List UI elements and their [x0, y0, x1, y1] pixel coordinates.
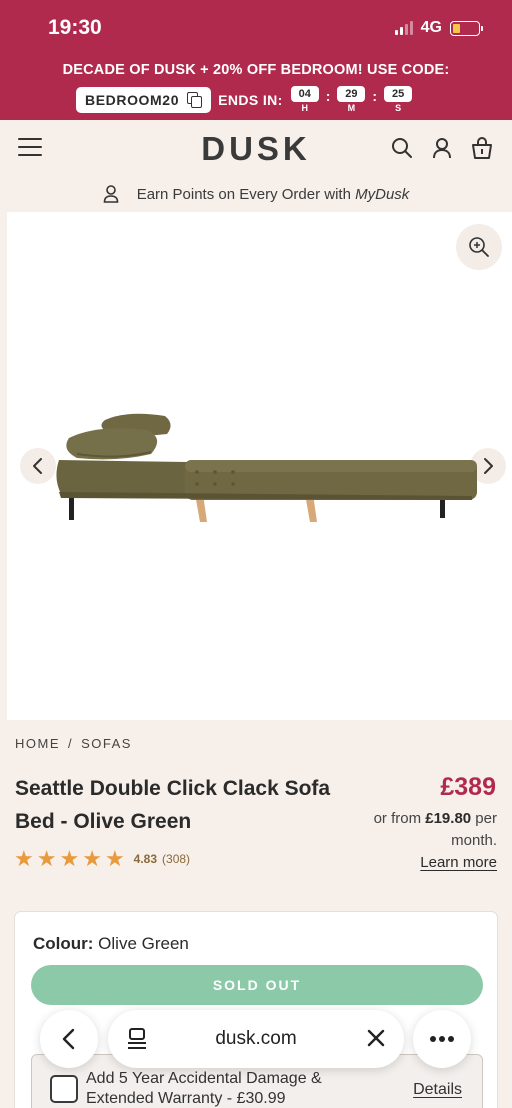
countdown-timer: 04 H : 29 M : 25 S [290, 86, 413, 113]
loyalty-points-bar[interactable]: Earn Points on Every Order with MyDusk [0, 176, 512, 212]
chevron-left-icon [33, 458, 42, 474]
learn-more-link[interactable]: Learn more [420, 854, 497, 871]
person-icon [103, 185, 118, 203]
star-icon: ★ [82, 846, 102, 871]
basket-icon[interactable] [470, 136, 494, 160]
site-header: DUSK [0, 120, 512, 176]
star-icon: ★ [14, 846, 34, 871]
address-bar[interactable]: dusk.com [108, 1010, 404, 1068]
promo-code: BEDROOM20 [85, 91, 180, 108]
url-text: dusk.com [215, 1028, 297, 1049]
finance-text: or from £19.80 per month. [347, 808, 497, 852]
warranty-text: Add 5 Year Accidental Damage & Extended … [86, 1070, 322, 1107]
star-icon: ★ [36, 846, 57, 871]
timer-hours-value: 04 [290, 86, 319, 102]
signal-icon [394, 21, 413, 35]
product-image-gallery [7, 212, 512, 720]
product-image [56, 413, 477, 522]
finance-prefix: or from [373, 810, 426, 827]
points-text-prefix: Earn Points on Every Order with [136, 185, 356, 203]
timer-separator: : [372, 88, 378, 104]
timer-minutes: 29 M [337, 86, 366, 113]
promo-code-row: BEDROOM20 ENDS IN: 04 H : 29 M : 25 S [76, 86, 413, 113]
timer-hours: 04 H [290, 86, 319, 113]
battery-icon [450, 20, 483, 36]
zoom-button[interactable] [456, 224, 502, 270]
mydusk-brand: MyDusk [355, 185, 410, 203]
product-price: £389 [440, 773, 496, 801]
timer-seconds-unit: S [395, 103, 402, 113]
rating-count: (308) [162, 852, 191, 866]
timer-separator: : [325, 88, 331, 104]
points-text: Earn Points on Every Order with MyDusk [137, 186, 410, 203]
product-title: Seattle Double Click Clack Sofa Bed - Ol… [15, 777, 331, 833]
breadcrumb: HOME / SOFAS [15, 736, 132, 751]
timer-minutes-value: 29 [337, 86, 366, 102]
colour-value: Olive Green [98, 934, 189, 953]
warranty-checkbox[interactable] [50, 1075, 78, 1103]
zoom-in-icon [469, 237, 489, 257]
product-rating[interactable]: ★ ★ ★ ★ ★ 4.83 (308) [14, 848, 190, 870]
timer-seconds-value: 25 [384, 86, 413, 102]
breadcrumb-separator: / [68, 736, 74, 751]
colour-label-key: Colour: [33, 934, 94, 953]
breadcrumb-home[interactable]: HOME [15, 736, 60, 751]
star-icon: ★ [59, 846, 80, 871]
browser-more-button[interactable] [413, 1010, 471, 1068]
timer-hours-unit: H [301, 103, 309, 113]
star-icon: ★ [104, 846, 125, 871]
timer-seconds: 25 S [384, 86, 413, 113]
status-indicators: 4G [394, 19, 483, 37]
promo-banner: 19:30 4G DECADE OF DUSK + 20% OFF BEDROO… [0, 0, 512, 120]
warranty-details-link[interactable]: Details [413, 1081, 462, 1099]
status-time: 19:30 [48, 16, 102, 39]
header-actions [390, 136, 494, 160]
rating-score: 4.83 [133, 852, 158, 866]
back-arrow-icon [62, 1028, 75, 1050]
browser-back-button[interactable] [40, 1010, 98, 1068]
copy-icon [187, 92, 203, 108]
account-icon[interactable] [430, 136, 454, 160]
more-icon [430, 1036, 454, 1042]
promo-code-button[interactable]: BEDROOM20 [76, 86, 212, 113]
search-icon[interactable] [390, 136, 414, 160]
promo-headline: DECADE OF DUSK + 20% OFF BEDROOM! USE CO… [62, 62, 450, 78]
network-label: 4G [420, 19, 442, 36]
breadcrumb-sofas[interactable]: SOFAS [81, 736, 132, 751]
sold-out-button[interactable]: SOLD OUT [31, 965, 483, 1005]
ends-in-label: ENDS IN: [218, 91, 283, 108]
chevron-right-icon [484, 458, 493, 474]
close-icon[interactable] [366, 1028, 386, 1048]
browser-toolbar: dusk.com [0, 1008, 512, 1072]
colour-label: Colour: Olive Green [33, 934, 189, 954]
timer-minutes-unit: M [347, 103, 356, 113]
finance-amount: £19.80 [425, 810, 472, 827]
